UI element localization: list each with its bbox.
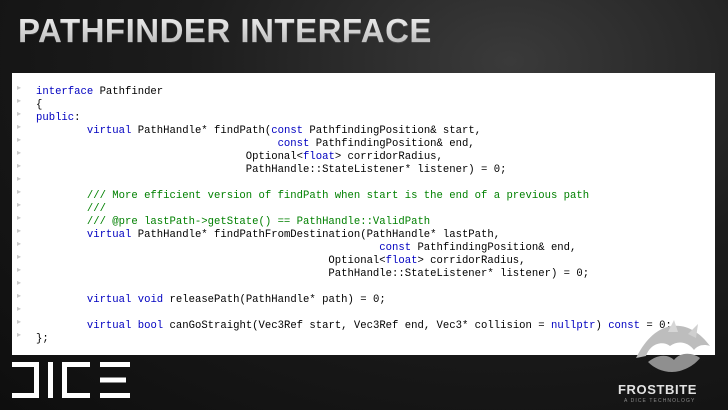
code-text: PathfindingPosition& start, <box>303 125 482 137</box>
code-keyword: const <box>277 138 310 150</box>
code-line: interface Pathfinder <box>36 86 163 98</box>
code-keyword: public <box>36 112 75 124</box>
code-line: public: <box>36 112 81 124</box>
code-text: ) <box>595 320 609 332</box>
code-text: Pathfinder <box>93 86 164 98</box>
gutter-marker-icon: ▸ <box>16 213 21 222</box>
frostbite-emblem <box>636 320 710 372</box>
code-keyword: const <box>379 242 412 254</box>
code-line: Optional<float> corridorRadius, <box>36 255 526 267</box>
gutter-marker-icon: ▸ <box>16 161 21 170</box>
gutter-marker-icon: ▸ <box>16 239 21 248</box>
gutter-marker-icon: ▸ <box>16 291 21 300</box>
gutter-marker-icon: ▸ <box>16 278 21 287</box>
slide-title: PATHFINDER INTERFACE <box>18 12 432 49</box>
gutter-marker-icon: ▸ <box>16 122 21 131</box>
code-line: }; <box>36 333 49 345</box>
gutter-marker-icon: ▸ <box>16 83 21 92</box>
gutter-marker-icon: ▸ <box>16 96 21 105</box>
code-line: Optional<float> corridorRadius, <box>36 151 443 163</box>
code-text: > corridorRadius, <box>417 255 526 267</box>
code-text: PathfindingPosition& end, <box>411 242 577 254</box>
gutter-marker-icon: ▸ <box>16 174 21 183</box>
dice-logo <box>12 362 130 398</box>
code-line: { <box>36 99 42 111</box>
code-line: PathHandle::StateListener* listener) = 0… <box>36 268 589 280</box>
code-keyword: bool <box>137 320 164 332</box>
code-text: PathHandle* findPathFromDestination(Path… <box>131 229 501 241</box>
code-line: const PathfindingPosition& end, <box>36 242 576 254</box>
code-line: virtual PathHandle* findPathFromDestinat… <box>36 229 500 241</box>
code-text: > corridorRadius, <box>334 151 443 163</box>
code-text: PathHandle::StateListener* listener) = 0… <box>36 268 590 280</box>
code-text: canGoStraight(Vec3Ref start, Vec3Ref end… <box>163 320 551 332</box>
code-text: Optional< <box>36 151 304 163</box>
code-keyword: const <box>271 125 304 137</box>
code-text: Optional< <box>36 255 386 267</box>
code-line: virtual void releasePath(PathHandle* pat… <box>36 294 386 306</box>
code-text: PathfindingPosition& end, <box>309 138 475 150</box>
gutter-marker-icon: ▸ <box>16 148 21 157</box>
gutter-marker-icon: ▸ <box>16 187 21 196</box>
code-comment: /// @pre lastPath->getState() == PathHan… <box>86 216 431 228</box>
code-line: /// @pre lastPath->getState() == PathHan… <box>36 216 430 228</box>
code-line: const PathfindingPosition& end, <box>36 138 475 150</box>
code-keyword: float <box>385 255 418 267</box>
frostbite-logo-text: FROSTBITE <box>618 382 698 397</box>
code-text: PathHandle* findPath( <box>131 125 272 137</box>
code-line: virtual bool canGoStraight(Vec3Ref start… <box>36 320 672 332</box>
code-keyword: virtual <box>86 125 132 137</box>
gutter-marker-icon: ▸ <box>16 109 21 118</box>
code-panel: ▸ ▸ ▸ ▸ ▸ ▸ ▸ ▸ ▸ ▸ ▸ ▸ ▸ ▸ ▸ ▸ ▸ ▸ ▸ ▸ interface Pathfinde… <box>12 73 715 355</box>
code-comment: /// <box>86 203 106 215</box>
code-keyword: interface <box>36 86 94 98</box>
gutter-marker-icon: ▸ <box>16 252 21 261</box>
gutter-marker-icon: ▸ <box>16 317 21 326</box>
code-text: : <box>74 112 81 124</box>
line-gutter: ▸ ▸ ▸ ▸ ▸ ▸ ▸ ▸ ▸ ▸ ▸ ▸ ▸ ▸ ▸ ▸ ▸ ▸ ▸ ▸ <box>12 81 26 341</box>
gutter-marker-icon: ▸ <box>16 330 21 339</box>
code-keyword: virtual <box>86 320 132 332</box>
code-line: PathHandle::StateListener* listener) = 0… <box>36 164 507 176</box>
gutter-marker-icon: ▸ <box>16 135 21 144</box>
code-text: releasePath(PathHandle* path) = 0; <box>163 294 386 306</box>
code-line: virtual PathHandle* findPath(const Pathf… <box>36 125 481 137</box>
gutter-marker-icon: ▸ <box>16 226 21 235</box>
gutter-marker-icon: ▸ <box>16 200 21 209</box>
code-keyword: nullptr <box>550 320 596 332</box>
code-line: /// More efficient version of findPath w… <box>36 190 589 202</box>
code-comment: /// More efficient version of findPath w… <box>86 190 590 202</box>
code-keyword: virtual <box>86 294 132 306</box>
gutter-marker-icon: ▸ <box>16 304 21 313</box>
gutter-marker-icon: ▸ <box>16 265 21 274</box>
code-text: { <box>36 99 43 111</box>
code-text: PathHandle::StateListener* listener) = 0… <box>36 164 507 176</box>
code-block: interface Pathfinder { public: virtual P… <box>36 86 672 346</box>
code-text: }; <box>36 333 49 345</box>
frostbite-logo-subtitle: A DICE TECHNOLOGY <box>624 398 696 404</box>
code-keyword: void <box>137 294 164 306</box>
code-keyword: virtual <box>86 229 132 241</box>
code-keyword: float <box>303 151 335 163</box>
code-line: /// <box>36 203 106 215</box>
